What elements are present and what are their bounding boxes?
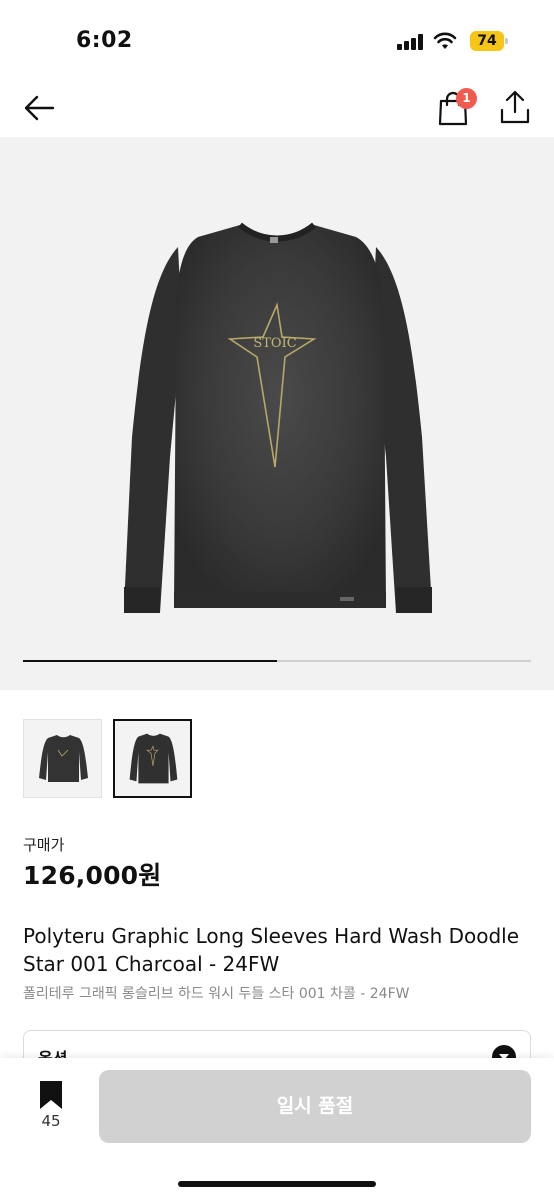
price-label: 구매가 <box>23 836 65 854</box>
thumbnail-1[interactable] <box>23 719 102 798</box>
cart-button[interactable]: 1 <box>436 88 477 128</box>
sold-out-button[interactable]: 일시 품절 <box>99 1070 531 1143</box>
wifi-icon <box>433 32 457 49</box>
product-subtitle: 폴리테루 그래픽 롱슬리브 하드 워시 두들 스타 001 차콜 - 24FW <box>23 986 410 1002</box>
bookmark-count: 45 <box>41 1112 61 1130</box>
thumbnail-strip <box>23 719 543 799</box>
gallery-progress <box>23 660 531 662</box>
status-time: 6:02 <box>76 28 133 53</box>
home-indicator <box>178 1181 376 1187</box>
arrow-left-icon[interactable] <box>22 90 58 126</box>
top-nav: 1 <box>0 80 554 136</box>
cart-badge: 1 <box>456 88 477 109</box>
status-bar: 6:02 74 <box>0 0 554 80</box>
price-value: 126,000원 <box>23 861 162 890</box>
bookmark-button[interactable]: 45 <box>28 1080 74 1136</box>
thumbnail-2[interactable] <box>113 719 192 798</box>
cellular-signal-icon <box>397 34 423 50</box>
bottom-action-bar: 45 일시 품절 <box>0 1058 554 1200</box>
graphic-text: STOIC <box>253 336 296 351</box>
bookmark-icon <box>40 1081 62 1109</box>
share-icon[interactable] <box>498 88 532 126</box>
battery-icon: 74 <box>470 31 508 51</box>
gallery-progress-fill <box>23 660 277 662</box>
battery-level: 74 <box>470 31 504 51</box>
product-image[interactable]: STOIC <box>0 137 554 657</box>
product-image-gallery[interactable]: STOIC <box>0 137 554 690</box>
product-title: Polyteru Graphic Long Sleeves Hard Wash … <box>23 924 520 976</box>
